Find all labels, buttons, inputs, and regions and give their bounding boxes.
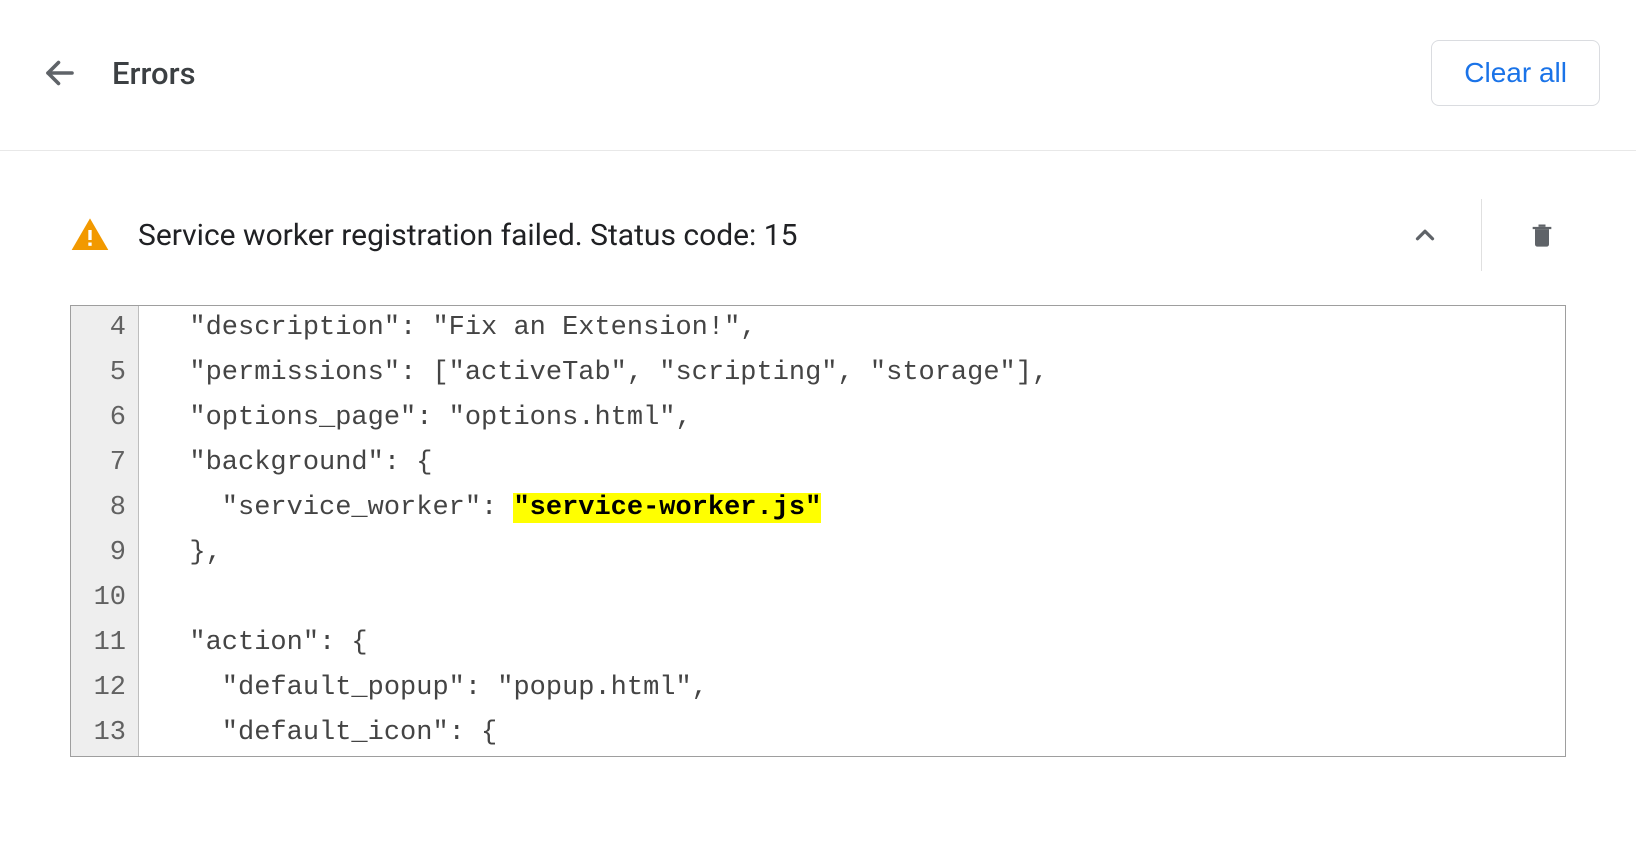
code-line: 5 "permissions": ["activeTab", "scriptin… bbox=[71, 351, 1565, 396]
code-line: 12 "default_popup": "popup.html", bbox=[71, 666, 1565, 711]
code-content: }, bbox=[139, 531, 222, 576]
arrow-left-icon bbox=[42, 55, 78, 91]
code-token: "background": { bbox=[157, 448, 432, 478]
line-number: 13 bbox=[71, 711, 139, 756]
code-token: "options_page": "options.html", bbox=[157, 403, 692, 433]
code-line: 4 "description": "Fix an Extension!", bbox=[71, 306, 1565, 351]
code-token: "default_popup": "popup.html", bbox=[157, 673, 708, 703]
line-number: 9 bbox=[71, 531, 139, 576]
code-token: "permissions": ["activeTab", "scripting"… bbox=[157, 358, 1048, 388]
line-number: 7 bbox=[71, 441, 139, 486]
line-number: 8 bbox=[71, 486, 139, 531]
line-number: 4 bbox=[71, 306, 139, 351]
code-line: 7 "background": { bbox=[71, 441, 1565, 486]
trash-icon bbox=[1528, 221, 1556, 249]
code-snippet: 4 "description": "Fix an Extension!",5 "… bbox=[70, 305, 1566, 757]
code-line: 10 bbox=[71, 576, 1565, 621]
code-token: "description": "Fix an Extension!", bbox=[157, 313, 757, 343]
collapse-button[interactable] bbox=[1401, 211, 1449, 259]
code-content: "default_popup": "popup.html", bbox=[139, 666, 708, 711]
warning-icon bbox=[70, 215, 110, 255]
code-line: 11 "action": { bbox=[71, 621, 1565, 666]
code-content: "service_worker": "service-worker.js" bbox=[139, 486, 821, 531]
error-header-row: Service worker registration failed. Stat… bbox=[70, 181, 1566, 299]
line-number: 12 bbox=[71, 666, 139, 711]
error-message: Service worker registration failed. Stat… bbox=[138, 218, 1401, 253]
line-number: 5 bbox=[71, 351, 139, 396]
code-content: "description": "Fix an Extension!", bbox=[139, 306, 757, 351]
errors-page: Errors Clear all Service worker registra… bbox=[0, 0, 1636, 797]
page-title: Errors bbox=[112, 55, 1431, 92]
code-line: 8 "service_worker": "service-worker.js" bbox=[71, 486, 1565, 531]
page-header: Errors Clear all bbox=[0, 0, 1636, 151]
line-number: 10 bbox=[71, 576, 139, 621]
code-token: "service_worker": bbox=[157, 493, 513, 523]
vertical-divider bbox=[1481, 199, 1482, 271]
line-number: 6 bbox=[71, 396, 139, 441]
line-number: 11 bbox=[71, 621, 139, 666]
delete-error-button[interactable] bbox=[1518, 211, 1566, 259]
code-content: "permissions": ["activeTab", "scripting"… bbox=[139, 351, 1048, 396]
chevron-up-icon bbox=[1410, 220, 1440, 250]
code-token: "action": { bbox=[157, 628, 368, 658]
code-line: 13 "default_icon": { bbox=[71, 711, 1565, 756]
code-content: "action": { bbox=[139, 621, 368, 666]
code-content: "options_page": "options.html", bbox=[139, 396, 692, 441]
clear-all-button[interactable]: Clear all bbox=[1431, 40, 1600, 106]
code-token: "default_icon": { bbox=[157, 718, 497, 748]
code-content: "default_icon": { bbox=[139, 711, 497, 756]
code-line: 9 }, bbox=[71, 531, 1565, 576]
code-token: }, bbox=[157, 538, 222, 568]
highlighted-token: "service-worker.js" bbox=[513, 493, 821, 523]
back-button[interactable] bbox=[36, 49, 84, 97]
error-section: Service worker registration failed. Stat… bbox=[0, 181, 1636, 757]
code-content bbox=[139, 576, 157, 621]
code-line: 6 "options_page": "options.html", bbox=[71, 396, 1565, 441]
code-content: "background": { bbox=[139, 441, 432, 486]
